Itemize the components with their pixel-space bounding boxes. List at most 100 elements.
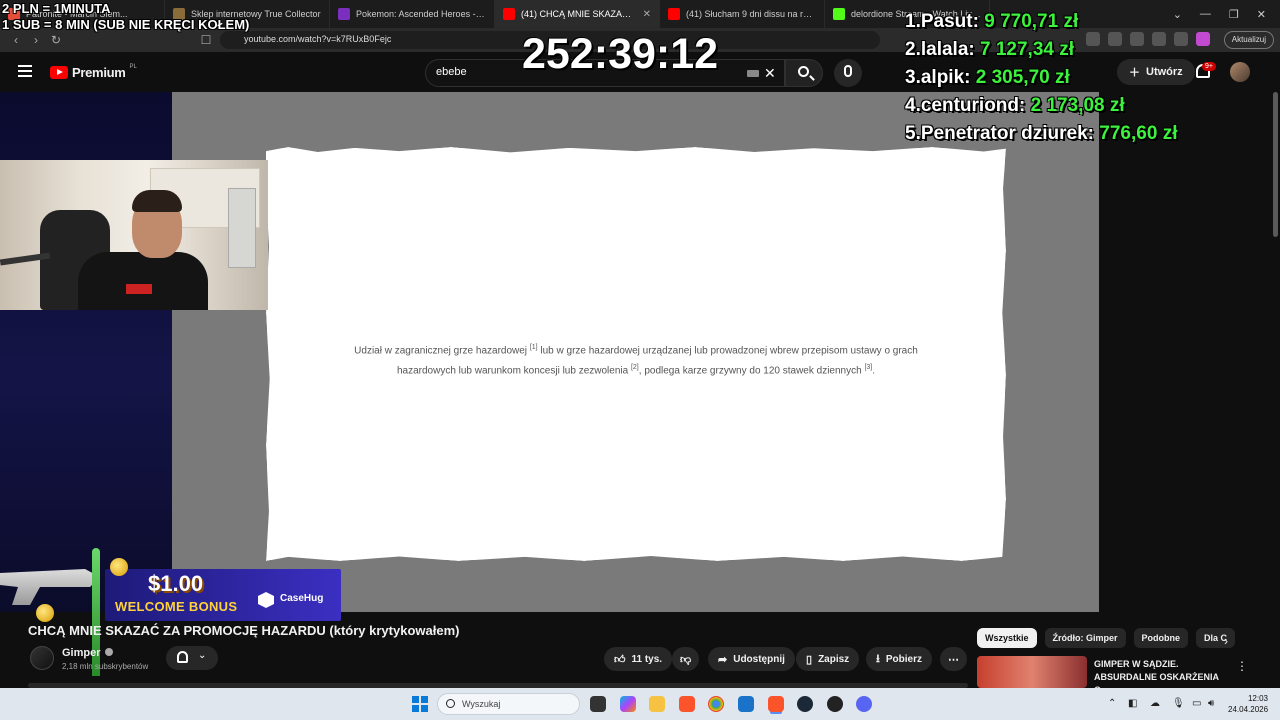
tab-favicon-icon [668, 8, 680, 20]
leaderboard-row: 4.centuriond: 2 173,08 zł [905, 92, 1177, 120]
leaderboard-name: Penetrator dziurek: [920, 123, 1095, 144]
youtube-play-icon [50, 66, 68, 79]
clock-time: 12:03 [1247, 694, 1268, 703]
logo-region: PL [129, 63, 137, 70]
minimize-icon[interactable]: — [1200, 8, 1211, 20]
page-background-right [1099, 92, 1280, 612]
video-title: CHCĄ MNIE SKAZAĆ ZA PROMOCJĘ HAZARDU (kt… [28, 623, 460, 638]
coin-icon [110, 558, 128, 576]
obs-icon[interactable] [827, 696, 843, 712]
browser-tab[interactable]: (41) CHCĄ MNIE SKAZAĆ ZA P... ✕ [495, 0, 660, 28]
file-explorer-icon[interactable] [649, 696, 665, 712]
discord-icon[interactable] [856, 696, 872, 712]
brave-icon[interactable] [679, 696, 695, 712]
share-label: Udostępnij [733, 653, 785, 665]
footnote-ref: [1] [529, 344, 538, 351]
copilot-icon[interactable] [620, 696, 636, 712]
share-button[interactable]: ➦ Udostępnij [708, 647, 795, 671]
display-icon[interactable]: ▭ [1192, 698, 1201, 709]
leaderboard-rank: 3. [905, 67, 921, 88]
more-vert-icon[interactable]: ⋮ [1236, 659, 1248, 673]
chevron-right-icon[interactable]: › [1224, 634, 1228, 648]
filter-chip[interactable]: Podobne [1133, 628, 1189, 648]
donation-leaderboard: 1.Pasut: 9 770,71 zł 2.lalala: 7 127,34 z… [905, 8, 1177, 148]
volume-icon[interactable]: 🔊︎ [1208, 698, 1214, 709]
youtube-logo[interactable]: Premium PL [50, 63, 137, 80]
browser-tab[interactable]: (41) Słucham 9 dni dissu na raka żeb... [660, 0, 825, 28]
clear-search-icon[interactable]: ✕ [764, 65, 776, 82]
store-icon[interactable] [738, 696, 754, 712]
logo-text: Premium [72, 65, 126, 80]
coin-icon [36, 604, 54, 622]
tray-app-icon[interactable]: ◧ [1128, 698, 1137, 709]
mic-tray-icon[interactable]: 🎙︎ [1172, 698, 1185, 709]
windows-start-icon[interactable] [412, 696, 428, 712]
chevron-up-icon[interactable]: ⌃ [1108, 698, 1116, 709]
filter-chip[interactable]: Źródło: Gimper [1044, 628, 1126, 648]
legal-text-part: Udział w zagranicznej grze hazardowej [354, 345, 530, 357]
back-icon[interactable]: ‹ [6, 33, 26, 47]
thumbs-up-icon: 👍︎ [614, 653, 626, 666]
search-button[interactable] [785, 59, 823, 87]
channel-name[interactable]: Gimper [62, 647, 113, 659]
rate-line: 2 PLN = 1MINUTA [2, 1, 111, 16]
thumbs-down-icon: 👎︎ [680, 653, 692, 666]
like-button[interactable]: 👍︎ 11 tys. [604, 647, 673, 671]
task-view-icon[interactable] [590, 696, 606, 712]
menu-icon[interactable] [18, 65, 32, 77]
webcam-overlay [0, 160, 268, 310]
steam-icon[interactable] [797, 696, 813, 712]
more-actions-button[interactable]: ⋯ [940, 647, 967, 671]
save-button[interactable]: ▯ Zapisz [796, 647, 860, 671]
download-icon: ⭳ [876, 652, 880, 665]
promo-amount: $1.00 [148, 571, 204, 596]
chrome-icon[interactable] [708, 696, 724, 712]
share-icon: ➦ [718, 653, 728, 666]
leaderboard-name: centuriond: [920, 95, 1026, 116]
scrollbar-thumb[interactable] [1273, 92, 1278, 237]
keyboard-icon[interactable] [747, 70, 759, 77]
search-icon [798, 66, 809, 77]
filter-chip[interactable]: Dla C [1196, 628, 1236, 648]
shirt-logo [126, 284, 152, 294]
maximize-icon[interactable]: ❐ [1229, 8, 1239, 21]
chevron-down-icon: ⌄ [198, 650, 207, 661]
legal-text-part: . [872, 365, 876, 377]
close-icon[interactable]: ✕ [1257, 8, 1266, 21]
microphone-icon [844, 65, 852, 77]
subathon-timer: 252:39:12 [522, 30, 719, 78]
update-button[interactable]: Aktualizuj [1223, 31, 1274, 49]
like-count: 11 tys. [631, 653, 663, 665]
clock-date: 24.04.2026 [1228, 705, 1269, 714]
avatar[interactable] [1230, 62, 1250, 82]
download-button[interactable]: ⭳ Pobierz [866, 647, 932, 671]
leo-icon[interactable] [1196, 32, 1210, 46]
leaderboard-name: alpik: [920, 67, 971, 88]
leaderboard-amount: 776,60 zł [1099, 123, 1178, 144]
rate-line: 1 SUB = 8 MIN (SUB NIE KRĘCI KOŁEM) [2, 17, 250, 32]
leaderboard-amount: 7 127,34 zł [980, 39, 1075, 60]
close-tab-icon[interactable]: ✕ [643, 9, 651, 20]
browser-tab[interactable]: Pokemon: Ascended Heroes - Ceny I... [330, 0, 495, 28]
leaderboard-amount: 2 173,08 zł [1030, 95, 1125, 116]
channel-avatar[interactable] [30, 646, 54, 670]
bookmark-icon: ▯ [806, 653, 813, 666]
forward-icon[interactable]: › [26, 33, 46, 47]
system-clock[interactable]: 12:03 24.04.2026 [1228, 693, 1268, 715]
filter-chip[interactable]: Wszystkie [977, 628, 1037, 648]
cloud-icon[interactable]: ☁ [1150, 698, 1160, 709]
legal-text-part: , podlega karze grzywny do 120 stawek dz… [638, 365, 865, 377]
brave-active-icon[interactable] [768, 696, 784, 712]
channel-name-text: Gimper [62, 647, 101, 659]
footnote-ref: [2] [630, 364, 639, 372]
voice-search-button[interactable] [834, 59, 862, 87]
taskbar-search[interactable]: Wyszukaj [437, 693, 580, 715]
bookmark-icon[interactable]: ☐ [196, 33, 216, 47]
subscription-bell-button[interactable]: ⌄ [166, 646, 218, 670]
bell-icon [177, 651, 188, 663]
reload-icon[interactable]: ↻ [46, 33, 66, 47]
filter-chips: Wszystkie Źródło: Gimper Podobne Dla C [977, 628, 1236, 648]
dislike-button[interactable]: 👎︎ [672, 647, 700, 671]
tab-label: (41) Słucham 9 dni dissu na raka żeb... [686, 9, 816, 19]
recommended-thumbnail[interactable] [977, 656, 1087, 688]
